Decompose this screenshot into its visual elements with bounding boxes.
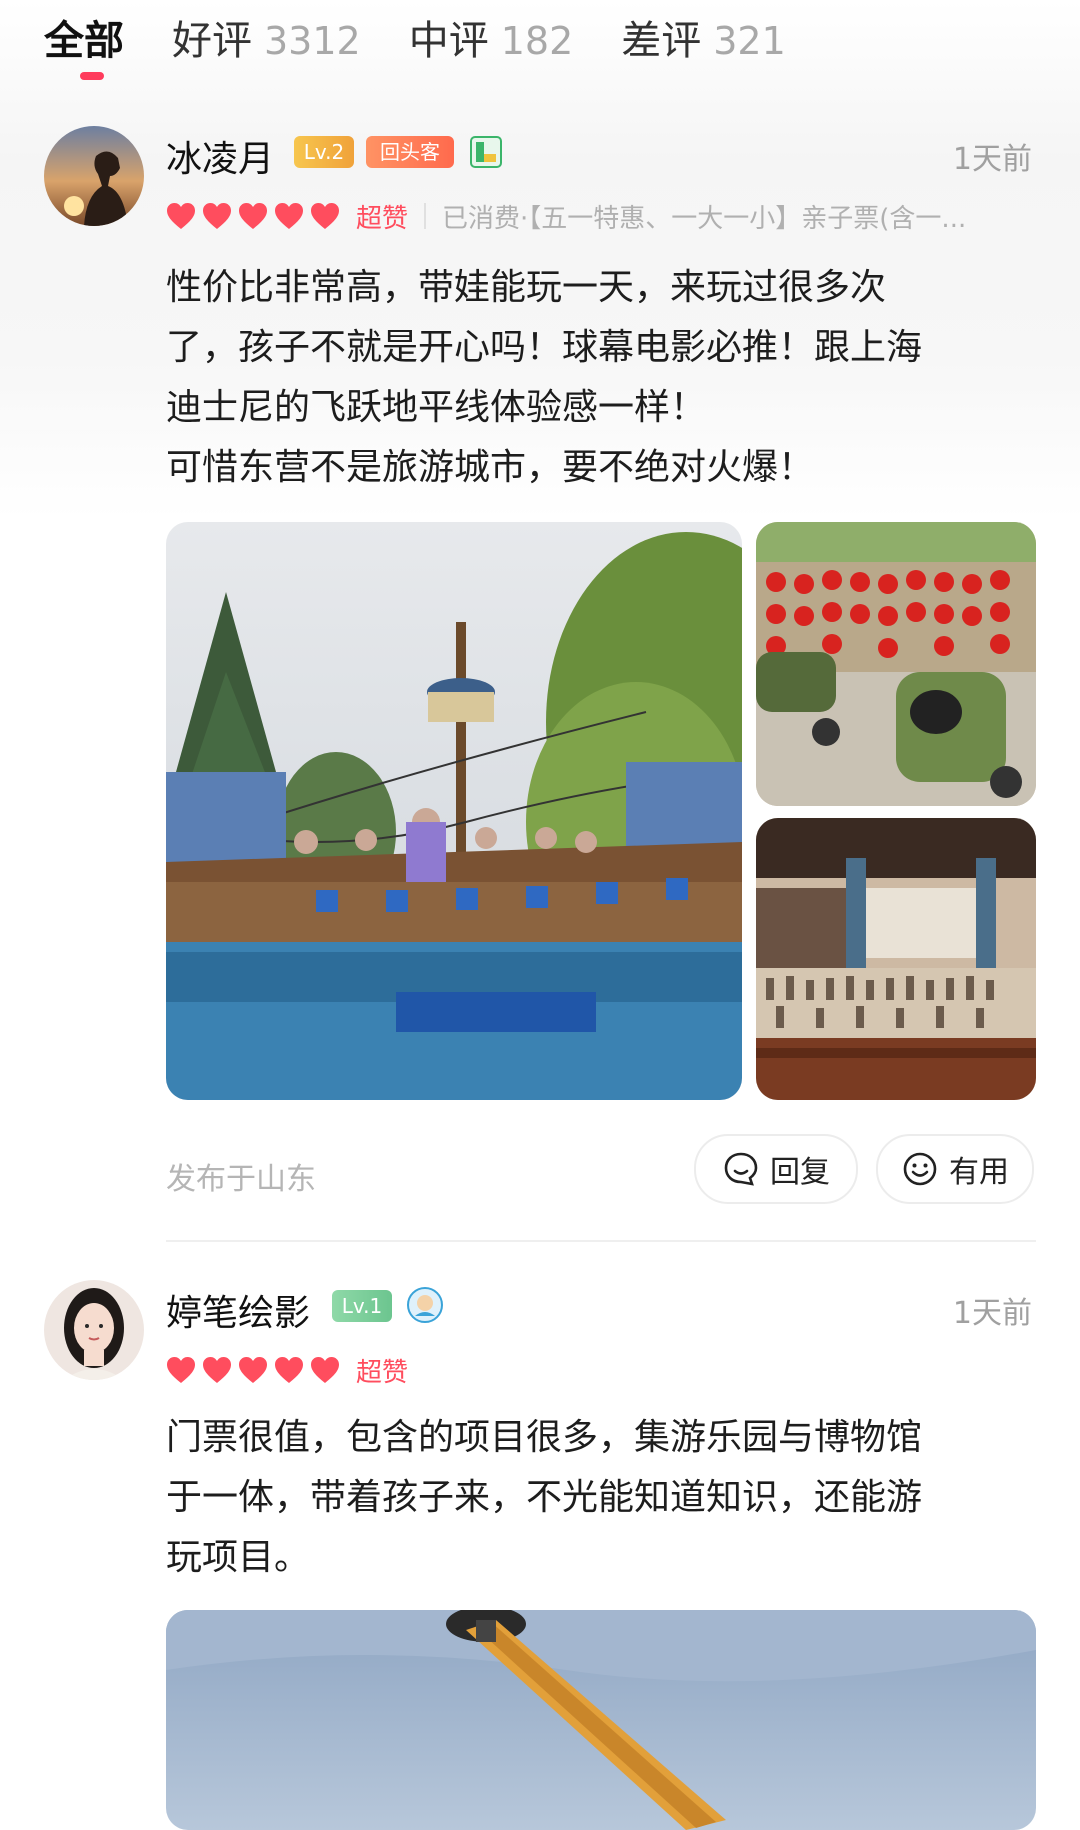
member-icon [468,134,504,170]
username[interactable]: 婷笔绘影 [166,1284,310,1336]
rating-filter-tabs: 全部 好评 3312 中评 182 差评 321 [44,8,834,88]
heart-icon [311,203,339,229]
rating-hearts: 超赞 已消费·【五一特惠、一大一小】亲子票(含一... [166,198,1020,234]
divider [424,203,427,229]
tab-count: 182 [500,19,574,63]
review-text-line: 了，孩子不就是开心吗！球幕电影必推！跟上海 [166,327,923,368]
active-tab-indicator [80,72,104,80]
post-time: 1天前 [952,142,1032,177]
returning-customer-badge: 回头客 [366,136,454,168]
review-text-line: 性价比非常高，带娃能玩一天，来玩过很多次 [166,267,887,308]
photo-lanterns-cannons[interactable] [756,522,1036,806]
level-badge: Lv.2 [294,136,354,168]
tab-all[interactable]: 全部 [44,8,124,66]
useful-button[interactable]: 有用 [876,1134,1034,1204]
tab-count: 321 [713,19,786,63]
level-badge: Lv.1 [332,1290,392,1322]
purchase-info[interactable]: 已消费·【五一特惠、一大一小】亲子票(含一... [442,198,1020,235]
tab-label: 中评 [408,18,489,64]
review-divider [166,1240,1036,1242]
heart-icon [275,1357,303,1383]
tab-label: 好评 [172,18,252,64]
review-text: 性价比非常高，带娃能玩一天，来玩过很多次 了，孩子不就是开心吗！球幕电影必推！跟… [166,258,1036,498]
tab-neutral[interactable]: 中评 182 [409,8,574,66]
review-text-line: 玩项目。 [166,1537,311,1578]
comment-icon [724,1152,758,1186]
member-icon [406,1286,444,1324]
review-text-line: 门票很值，包含的项目很多，集游乐园与博物馆 [166,1417,923,1458]
review-text: 门票很值，包含的项目很多，集游乐园与博物馆 于一体，带着孩子来，不光能知道知识，… [166,1408,1036,1588]
post-location: 发布于山东 [166,1162,316,1197]
post-time: 1天前 [952,1296,1032,1331]
rating-text: 超赞 [356,1357,409,1388]
heart-icon [311,1357,339,1383]
heart-icon [239,203,267,229]
review-text-line: 迪士尼的飞跃地平线体验感一样！ [166,387,707,428]
tab-negative[interactable]: 差评 321 [621,8,786,66]
avatar[interactable] [44,126,144,226]
tab-label: 全部 [44,18,124,64]
heart-icon [167,1357,195,1383]
tab-label: 差评 [621,18,702,64]
smile-icon [903,1152,937,1186]
heart-icon [239,1357,267,1383]
review-text-line: 于一体，带着孩子来，不光能知道知识，还能游 [166,1477,923,1518]
photo-museum-exhibit[interactable] [756,818,1036,1100]
useful-label: 有用 [949,1155,1009,1190]
review-text-line: 可惜东营不是旅游城市，要不绝对火爆！ [166,447,815,488]
rating-hearts: 超赞 [166,1352,408,1388]
rating-text: 超赞 [356,203,409,234]
heart-icon [203,1357,231,1383]
reply-label: 回复 [770,1155,830,1190]
photo-pirate-ship[interactable] [166,522,742,1100]
photo-ride-arm[interactable] [166,1610,1036,1830]
tab-positive[interactable]: 好评 3312 [172,8,361,66]
tab-count: 3312 [264,19,361,63]
heart-icon [167,203,195,229]
username[interactable]: 冰凌月 [166,130,274,182]
reply-button[interactable]: 回复 [694,1134,858,1204]
heart-icon [203,203,231,229]
heart-icon [275,203,303,229]
avatar[interactable] [44,1280,144,1380]
